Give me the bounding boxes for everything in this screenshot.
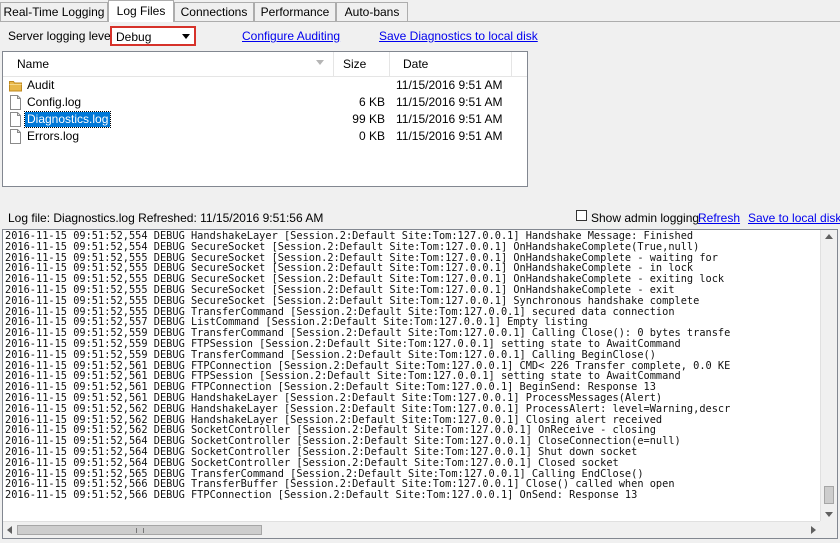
grip-icon [136,528,144,533]
tab-auto-bans[interactable]: Auto-bans [336,2,408,21]
file-icon [10,129,21,144]
vertical-scrollbar[interactable] [820,230,837,521]
save-to-local-disk-link[interactable]: Save to local disk [748,211,840,225]
log-line: 2016-11-15 09:51:52,564 DEBUG SocketCont… [5,456,619,469]
scroll-right-icon[interactable] [811,526,816,534]
scroll-down-icon[interactable] [825,512,833,517]
log-line: 2016-11-15 09:51:52,555 DEBUG SecureSock… [5,294,700,307]
tab-bar: Real-Time Logging Log Files Connections … [0,0,840,22]
file-date: 11/15/2016 9:51 AM [396,129,503,143]
file-name: Errors.log [27,129,80,143]
column-header-name[interactable]: Name [11,52,331,76]
column-divider[interactable] [511,52,512,76]
file-row-errors-log[interactable]: Errors.log 0 KB 11/15/2016 9:51 AM [3,128,527,145]
horizontal-scrollbar[interactable] [3,521,820,538]
file-date: 11/15/2016 9:51 AM [396,78,503,92]
tab-connections[interactable]: Connections [174,2,254,21]
folder-icon [9,81,22,92]
vertical-scroll-thumb[interactable] [824,486,834,504]
log-line: 2016-11-15 09:51:52,562 DEBUG HandshakeL… [5,402,731,415]
log-line: 2016-11-15 09:51:52,566 DEBUG FTPConnect… [5,489,638,502]
log-line: 2016-11-15 09:51:52,559 DEBUG TransferCo… [5,348,656,361]
file-icon [10,95,21,110]
file-date: 11/15/2016 9:51 AM [396,95,503,109]
column-header-size[interactable]: Size [337,52,387,76]
logging-level-value: Debug [116,30,152,44]
file-name: Diagnostics.log [23,111,112,128]
file-size: 99 KB [352,112,385,126]
logging-level-select[interactable]: Debug [110,26,196,46]
log-line: 2016-11-15 09:51:52,554 DEBUG SecureSock… [5,240,700,253]
file-list-header: Name Size Date [3,52,527,77]
tab-performance[interactable]: Performance [254,2,336,21]
show-admin-logging-checkbox[interactable] [576,210,587,221]
file-size: 0 KB [358,129,385,143]
refresh-link[interactable]: Refresh [698,211,740,225]
file-icon [10,112,21,127]
column-divider[interactable] [333,52,334,76]
file-row-config-log[interactable]: Config.log 6 KB 11/15/2016 9:51 AM [3,94,527,111]
file-name: Config.log [27,95,82,109]
file-date: 11/15/2016 9:51 AM [396,112,503,126]
file-name: Audit [27,78,55,92]
save-diagnostics-link[interactable]: Save Diagnostics to local disk [379,29,538,43]
chevron-down-icon [182,34,190,39]
server-logging-level-label: Server logging level [8,29,114,43]
file-size: 6 KB [358,95,385,109]
configure-auditing-link[interactable]: Configure Auditing [242,29,340,43]
scrollbar-corner [820,521,837,538]
file-row-diagnostics-log[interactable]: Diagnostics.log 99 KB 11/15/2016 9:51 AM [3,111,527,128]
file-row-audit[interactable]: Audit 11/15/2016 9:51 AM [3,77,527,94]
sort-arrow-icon [316,60,324,65]
column-header-date[interactable]: Date [397,52,507,76]
tab-real-time-logging[interactable]: Real-Time Logging [0,2,108,21]
scroll-up-icon[interactable] [825,234,833,239]
file-list: Name Size Date Audit 11/15/2016 9:51 AM … [2,51,528,187]
horizontal-scroll-thumb[interactable] [17,525,262,535]
scroll-left-icon[interactable] [7,526,12,534]
column-divider[interactable] [389,52,390,76]
log-output[interactable]: 2016-11-15 09:51:52,554 DEBUG HandshakeL… [2,229,838,539]
log-lines: 2016-11-15 09:51:52,554 DEBUG HandshakeL… [5,231,819,519]
show-admin-logging-label[interactable]: Show admin logging [591,211,699,225]
tab-log-files[interactable]: Log Files [108,0,174,22]
log-file-info: Log file: Diagnostics.log Refreshed: 11/… [8,211,324,225]
